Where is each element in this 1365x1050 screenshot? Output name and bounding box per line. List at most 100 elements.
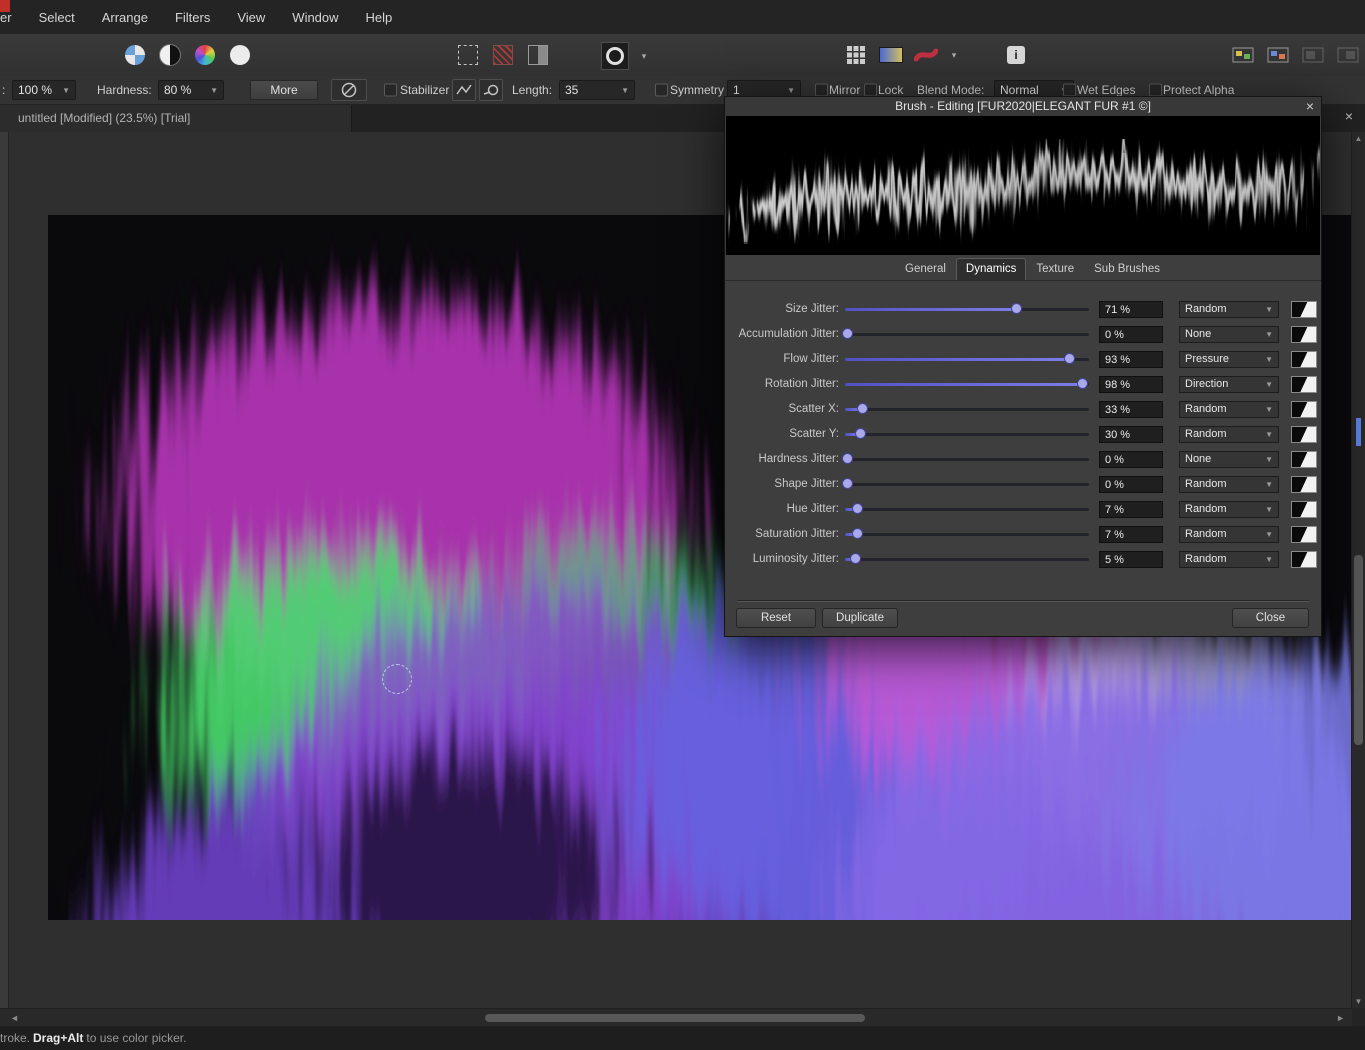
- tab-texture[interactable]: Texture: [1026, 258, 1084, 281]
- ramp-icon[interactable]: [1291, 451, 1317, 468]
- menu-item-arrange[interactable]: Arrange: [102, 10, 148, 25]
- luminosity-jitter-slider[interactable]: [845, 547, 1089, 572]
- slider-thumb[interactable]: [842, 478, 853, 489]
- brush-nozzle-button[interactable]: [331, 79, 367, 101]
- value-field[interactable]: 93 %: [1099, 351, 1163, 368]
- value-field[interactable]: 7 %: [1099, 526, 1163, 543]
- document-tab[interactable]: untitled [Modified] (23.5%) [Trial]: [0, 104, 352, 132]
- mirror-checkbox[interactable]: [815, 84, 828, 97]
- mode-dropdown[interactable]: Random▼: [1179, 551, 1279, 568]
- slider-thumb[interactable]: [850, 553, 861, 564]
- vertical-scroll-thumb[interactable]: [1354, 555, 1363, 745]
- gradient-icon[interactable]: [878, 42, 904, 68]
- ramp-icon[interactable]: [1291, 401, 1317, 418]
- slider-thumb[interactable]: [852, 528, 863, 539]
- slider-thumb[interactable]: [1077, 378, 1088, 389]
- value-field[interactable]: 5 %: [1099, 551, 1163, 568]
- slider-thumb[interactable]: [1064, 353, 1075, 364]
- brush-width-combo[interactable]: 100 %▼: [12, 80, 76, 100]
- tab-sub-brushes[interactable]: Sub Brushes: [1084, 258, 1170, 281]
- mode-dropdown[interactable]: None▼: [1179, 326, 1279, 343]
- wet-edges-checkbox[interactable]: [1063, 84, 1076, 97]
- menu-item-filters[interactable]: Filters: [175, 10, 210, 25]
- value-field[interactable]: 0 %: [1099, 451, 1163, 468]
- tab-general[interactable]: General: [895, 258, 956, 281]
- mode-dropdown[interactable]: Direction▼: [1179, 376, 1279, 393]
- ramp-icon[interactable]: [1291, 301, 1317, 318]
- slider-thumb[interactable]: [842, 328, 853, 339]
- slider-thumb[interactable]: [855, 428, 866, 439]
- hardness-combo[interactable]: 80 %▼: [158, 80, 224, 100]
- ramp-icon[interactable]: [1291, 526, 1317, 543]
- ramp-icon[interactable]: [1291, 551, 1317, 568]
- more-button[interactable]: More: [250, 80, 318, 100]
- scroll-down-icon[interactable]: ▼: [1352, 997, 1365, 1006]
- mode-dropdown[interactable]: Random▼: [1179, 301, 1279, 318]
- value-field[interactable]: 7 %: [1099, 501, 1163, 518]
- lock-checkbox[interactable]: [864, 84, 877, 97]
- hardness-jitter-slider[interactable]: [845, 447, 1089, 472]
- ramp-icon[interactable]: [1291, 376, 1317, 393]
- liquify-persona-icon[interactable]: [157, 42, 183, 68]
- slider-thumb[interactable]: [1011, 303, 1022, 314]
- panel-icon-disabled-1[interactable]: [1300, 42, 1326, 68]
- mode-dropdown[interactable]: Random▼: [1179, 401, 1279, 418]
- menu-item-help[interactable]: Help: [366, 10, 393, 25]
- chevron-down-icon[interactable]: ▾: [948, 50, 960, 61]
- photo-persona-icon[interactable]: [122, 42, 148, 68]
- quick-mask-icon[interactable]: [490, 42, 516, 68]
- mode-dropdown[interactable]: Random▼: [1179, 526, 1279, 543]
- brush-stroke-icon[interactable]: [913, 42, 939, 68]
- rope-stabilizer-button[interactable]: [452, 79, 476, 101]
- panel-icon-disabled-2[interactable]: [1335, 42, 1361, 68]
- hue-jitter-slider[interactable]: [845, 497, 1089, 522]
- tab-dynamics[interactable]: Dynamics: [956, 258, 1026, 280]
- reset-button[interactable]: Reset: [736, 608, 816, 628]
- scroll-left-icon[interactable]: ◄: [10, 1013, 19, 1023]
- marquee-icon[interactable]: [455, 42, 481, 68]
- chevron-down-icon[interactable]: ▾: [638, 51, 650, 62]
- close-button[interactable]: Close: [1232, 608, 1309, 628]
- scroll-right-icon[interactable]: ►: [1336, 1013, 1345, 1023]
- close-icon[interactable]: ×: [1306, 98, 1314, 114]
- flow-jitter-slider[interactable]: [845, 347, 1089, 372]
- mode-dropdown[interactable]: Random▼: [1179, 426, 1279, 443]
- mode-dropdown[interactable]: None▼: [1179, 451, 1279, 468]
- mode-dropdown[interactable]: Pressure▼: [1179, 351, 1279, 368]
- ramp-icon[interactable]: [1291, 426, 1317, 443]
- protect-alpha-checkbox[interactable]: [1149, 84, 1162, 97]
- slider-thumb[interactable]: [842, 453, 853, 464]
- duplicate-button[interactable]: Duplicate: [822, 608, 898, 628]
- tone-mapping-persona-icon[interactable]: [227, 42, 253, 68]
- value-field[interactable]: 30 %: [1099, 426, 1163, 443]
- vertical-scrollbar[interactable]: ▲ ▼: [1351, 132, 1365, 1008]
- menu-item-window[interactable]: Window: [292, 10, 338, 25]
- window-stabilizer-button[interactable]: [479, 79, 503, 101]
- accumulation-jitter-slider[interactable]: [845, 322, 1089, 347]
- saturation-jitter-slider[interactable]: [845, 522, 1089, 547]
- ramp-icon[interactable]: [1291, 326, 1317, 343]
- develop-persona-icon[interactable]: [192, 42, 218, 68]
- grid-icon[interactable]: [843, 42, 869, 68]
- mask-icon[interactable]: [601, 42, 629, 70]
- menu-item-view[interactable]: View: [237, 10, 265, 25]
- size-jitter-slider[interactable]: [845, 297, 1089, 322]
- value-field[interactable]: 33 %: [1099, 401, 1163, 418]
- mode-dropdown[interactable]: Random▼: [1179, 501, 1279, 518]
- scatter-x-slider[interactable]: [845, 397, 1089, 422]
- stabilizer-checkbox[interactable]: [384, 84, 397, 97]
- pattern-square-icon[interactable]: [525, 42, 551, 68]
- value-field[interactable]: 71 %: [1099, 301, 1163, 318]
- symmetry-checkbox[interactable]: [655, 84, 668, 97]
- color-swatch-icon-1[interactable]: [1230, 42, 1256, 68]
- scroll-up-icon[interactable]: ▲: [1352, 134, 1365, 143]
- slider-thumb[interactable]: [852, 503, 863, 514]
- slider-thumb[interactable]: [857, 403, 868, 414]
- ramp-icon[interactable]: [1291, 501, 1317, 518]
- color-swatch-icon-2[interactable]: [1265, 42, 1291, 68]
- horizontal-scroll-thumb[interactable]: [485, 1014, 865, 1022]
- value-field[interactable]: 0 %: [1099, 476, 1163, 493]
- value-field[interactable]: 0 %: [1099, 326, 1163, 343]
- scatter-y-slider[interactable]: [845, 422, 1089, 447]
- shape-jitter-slider[interactable]: [845, 472, 1089, 497]
